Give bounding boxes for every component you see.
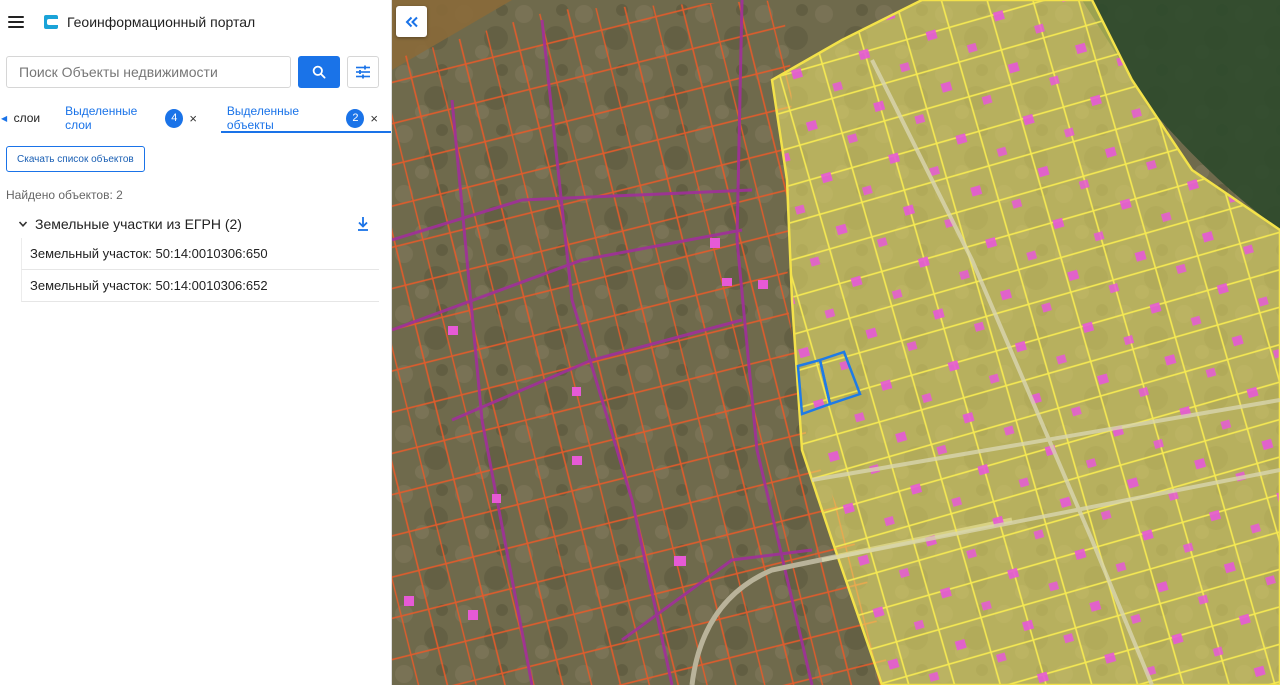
search-icon	[312, 65, 326, 79]
portal-logo-icon	[44, 15, 58, 29]
download-object-list-button[interactable]: Скачать список объектов	[6, 146, 145, 172]
selected-layers-count-badge: 4	[165, 108, 184, 128]
search-input[interactable]	[6, 56, 291, 88]
chevron-down-icon[interactable]	[18, 219, 28, 229]
search-row	[6, 56, 379, 88]
results-group-title: Земельные участки из ЕГРН (2)	[35, 216, 242, 232]
tab-layers-label: слои	[13, 111, 41, 125]
close-selected-objects-icon[interactable]: ×	[370, 111, 378, 126]
tab-selected-objects-label: Выделенные объекты	[226, 104, 300, 132]
tabs-bar: ◀ слои Выделенные слои 4 × Выделенные об…	[0, 104, 391, 133]
list-item[interactable]: Земельный участок: 50:14:0010306:652	[21, 270, 379, 302]
map-view[interactable]	[392, 0, 1280, 685]
tab-selected-objects[interactable]: Выделенные объекты 2 ×	[220, 104, 391, 133]
filter-settings-icon	[356, 65, 370, 79]
hamburger-menu-icon[interactable]	[8, 16, 24, 28]
search-button[interactable]	[298, 56, 340, 88]
tab-layers[interactable]: слои	[14, 104, 41, 132]
results-group-header[interactable]: Земельные участки из ЕГРН (2)	[18, 213, 376, 235]
tab-selected-layers-label: Выделенные слои	[65, 104, 138, 132]
cadastral-map[interactable]	[392, 0, 1280, 685]
download-icon[interactable]	[356, 216, 370, 232]
selected-objects-count-badge: 2	[346, 108, 365, 128]
app-header: Геоинформационный портал	[0, 0, 391, 44]
filter-settings-button[interactable]	[347, 56, 379, 88]
close-selected-layers-icon[interactable]: ×	[189, 111, 197, 126]
double-chevron-left-icon	[405, 16, 418, 27]
app-title: Геоинформационный портал	[67, 14, 256, 30]
tabs-scroll-left-icon[interactable]: ◀	[1, 114, 9, 123]
sidebar-panel: Геоинформационный портал ◀ слои	[0, 0, 392, 685]
collapse-sidebar-button[interactable]	[396, 6, 427, 37]
list-item[interactable]: Земельный участок: 50:14:0010306:650	[21, 238, 379, 270]
results-list: Земельный участок: 50:14:0010306:650 Зем…	[21, 238, 379, 302]
tab-selected-layers[interactable]: Выделенные слои 4 ×	[65, 104, 197, 132]
found-objects-count: Найдено объектов: 2	[6, 188, 123, 202]
